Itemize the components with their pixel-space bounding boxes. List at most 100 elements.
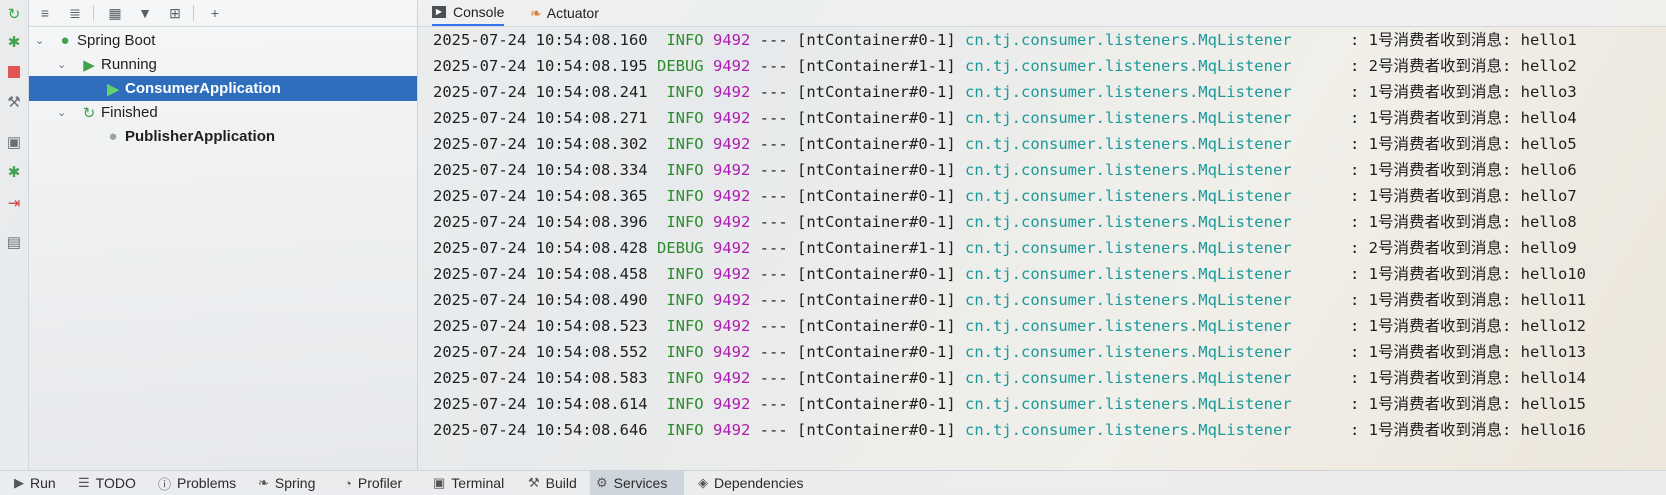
rerun-icon[interactable]: ↻ — [4, 4, 24, 24]
log-level: INFO — [656, 187, 704, 205]
log-level: INFO — [656, 395, 704, 413]
tool-window-profiler[interactable]: ◔ Profiler — [338, 471, 420, 495]
log-logger: cn.tj.consumer.listeners.MqListener — [965, 369, 1292, 387]
tool-window-label: Problems — [177, 475, 237, 491]
todo-icon: ☰ — [78, 475, 90, 490]
log-separator: --- — [759, 57, 788, 75]
tool-window-label: Terminal — [451, 475, 505, 491]
log-line: 2025-07-24 10:54:08.646 INFO 9492 --- [n… — [433, 417, 1586, 444]
log-separator: --- — [759, 31, 788, 49]
filter-icon[interactable]: ▼ — [135, 3, 155, 23]
log-timestamp: 2025-07-24 10:54:08.428 — [433, 239, 648, 257]
tool-window-label: Profiler — [357, 475, 403, 491]
tool-window-label: Dependencies — [714, 475, 804, 491]
chevron-down-icon[interactable]: ⌄ — [57, 106, 66, 119]
layout-icon[interactable]: ▤ — [4, 232, 24, 252]
log-logger: cn.tj.consumer.listeners.MqListener — [965, 161, 1292, 179]
log-level: INFO — [656, 369, 704, 387]
tool-window-dependencies[interactable]: ◈ Dependencies — [692, 471, 818, 495]
log-logger: cn.tj.consumer.listeners.MqListener — [965, 395, 1292, 413]
log-message: : 1号消费者收到消息: hello7 — [1350, 187, 1577, 205]
log-separator: --- — [759, 187, 788, 205]
log-message: : 1号消费者收到消息: hello3 — [1350, 83, 1577, 101]
log-timestamp: 2025-07-24 10:54:08.646 — [433, 421, 648, 439]
log-thread: [ntContainer#1-1] — [797, 239, 956, 257]
log-logger: cn.tj.consumer.listeners.MqListener — [965, 187, 1292, 205]
log-separator: --- — [759, 83, 788, 101]
services-toolbar: ≡ ≣ ▦ ▼ ⊞ + — [29, 0, 417, 27]
log-logger: cn.tj.consumer.listeners.MqListener — [965, 57, 1292, 75]
chevron-down-icon[interactable]: ⌄ — [35, 34, 44, 47]
run-icon: ▶ — [107, 80, 119, 98]
log-separator: --- — [759, 265, 788, 283]
log-logger: cn.tj.consumer.listeners.MqListener — [965, 83, 1292, 101]
tool-window-build[interactable]: ⚒ Build — [522, 471, 584, 495]
tree-label: Finished — [101, 104, 158, 121]
log-line: 2025-07-24 10:54:08.523 INFO 9492 --- [n… — [433, 313, 1586, 340]
log-level: INFO — [656, 265, 704, 283]
build-icon: ⚒ — [528, 475, 540, 490]
log-pid: 9492 — [713, 213, 751, 231]
left-tool-strip: ↻ ✱ ⚒ ▣ ✱ ⇥ ▤ — [0, 0, 29, 470]
wrench-icon[interactable]: ⚒ — [4, 92, 24, 112]
log-level: INFO — [656, 31, 704, 49]
log-pid: 9492 — [713, 239, 751, 257]
log-message: : 2号消费者收到消息: hello9 — [1350, 239, 1577, 257]
log-timestamp: 2025-07-24 10:54:08.614 — [433, 395, 648, 413]
tree-item-finished[interactable]: ⌄ ↻ Finished — [29, 100, 417, 125]
log-line: 2025-07-24 10:54:08.428 DEBUG 9492 --- [… — [433, 235, 1577, 262]
log-thread: [ntContainer#0-1] — [797, 83, 956, 101]
console-output[interactable]: 2025-07-24 10:54:08.160 INFO 9492 --- [n… — [418, 0, 1666, 470]
stop-icon[interactable] — [4, 62, 24, 82]
add-icon[interactable]: + — [205, 3, 225, 23]
tool-window-spring[interactable]: ❧ Spring — [252, 471, 332, 495]
tool-window-services[interactable]: ⚙ Services — [590, 471, 684, 495]
log-pid: 9492 — [713, 369, 751, 387]
log-line: 2025-07-24 10:54:08.614 INFO 9492 --- [n… — [433, 391, 1586, 418]
tree-item-running[interactable]: ⌄ ▶ Running — [29, 52, 417, 77]
tool-window-problems[interactable]: ⓘ Problems — [152, 471, 246, 495]
tree-item-publisher-application[interactable]: ● PublisherApplication — [29, 124, 417, 149]
rerun-icon: ↻ — [82, 104, 96, 122]
run-icon: ▶ — [14, 475, 24, 490]
log-message: : 1号消费者收到消息: hello15 — [1350, 395, 1586, 413]
log-logger: cn.tj.consumer.listeners.MqListener — [965, 213, 1292, 231]
debug-alt-icon[interactable]: ✱ — [4, 162, 24, 182]
log-line: 2025-07-24 10:54:08.396 INFO 9492 --- [n… — [433, 209, 1577, 236]
tool-window-label: TODO — [95, 475, 136, 491]
log-level: DEBUG — [656, 239, 704, 257]
log-line: 2025-07-24 10:54:08.365 INFO 9492 --- [n… — [433, 183, 1577, 210]
log-separator: --- — [759, 213, 788, 231]
tree-item-spring-boot[interactable]: ⌄ ● Spring Boot — [29, 28, 417, 53]
debug-icon[interactable]: ✱ — [4, 32, 24, 52]
spring-boot-icon: ● — [60, 32, 70, 49]
log-thread: [ntContainer#0-1] — [797, 291, 956, 309]
tool-window-run[interactable]: ▶ Run — [8, 471, 66, 495]
log-pid: 9492 — [713, 317, 751, 335]
expand-all-icon[interactable]: ≡ — [35, 3, 55, 23]
new-service-icon[interactable]: ⊞ — [165, 3, 185, 23]
camera-icon[interactable]: ▣ — [4, 132, 24, 152]
group-by-icon[interactable]: ▦ — [105, 3, 125, 23]
log-separator: --- — [759, 109, 788, 127]
tree-label: Running — [101, 56, 157, 73]
tree-item-consumer-application[interactable]: ▶ ConsumerApplication — [29, 76, 417, 101]
tool-window-terminal[interactable]: ▣ Terminal — [427, 471, 517, 495]
exit-icon[interactable]: ⇥ — [4, 193, 24, 213]
log-message: : 1号消费者收到消息: hello4 — [1350, 109, 1577, 127]
log-timestamp: 2025-07-24 10:54:08.523 — [433, 317, 648, 335]
collapse-all-icon[interactable]: ≣ — [65, 3, 85, 23]
bottom-tool-window-bar: ▶ Run ☰ TODO ⓘ Problems ❧ Spring ◔ Profiler ▣ Termi… — [0, 470, 1666, 495]
log-pid: 9492 — [713, 109, 751, 127]
log-timestamp: 2025-07-24 10:54:08.583 — [433, 369, 648, 387]
log-message: : 1号消费者收到消息: hello5 — [1350, 135, 1577, 153]
log-level: INFO — [656, 135, 704, 153]
log-line: 2025-07-24 10:54:08.552 INFO 9492 --- [n… — [433, 339, 1586, 366]
log-line: 2025-07-24 10:54:08.490 INFO 9492 --- [n… — [433, 287, 1586, 314]
log-line: 2025-07-24 10:54:08.241 INFO 9492 --- [n… — [433, 79, 1577, 106]
chevron-down-icon[interactable]: ⌄ — [57, 58, 66, 71]
log-thread: [ntContainer#0-1] — [797, 187, 956, 205]
tool-window-todo[interactable]: ☰ TODO — [72, 471, 146, 495]
log-logger: cn.tj.consumer.listeners.MqListener — [965, 317, 1292, 335]
profiler-icon: ◔ — [344, 475, 352, 491]
